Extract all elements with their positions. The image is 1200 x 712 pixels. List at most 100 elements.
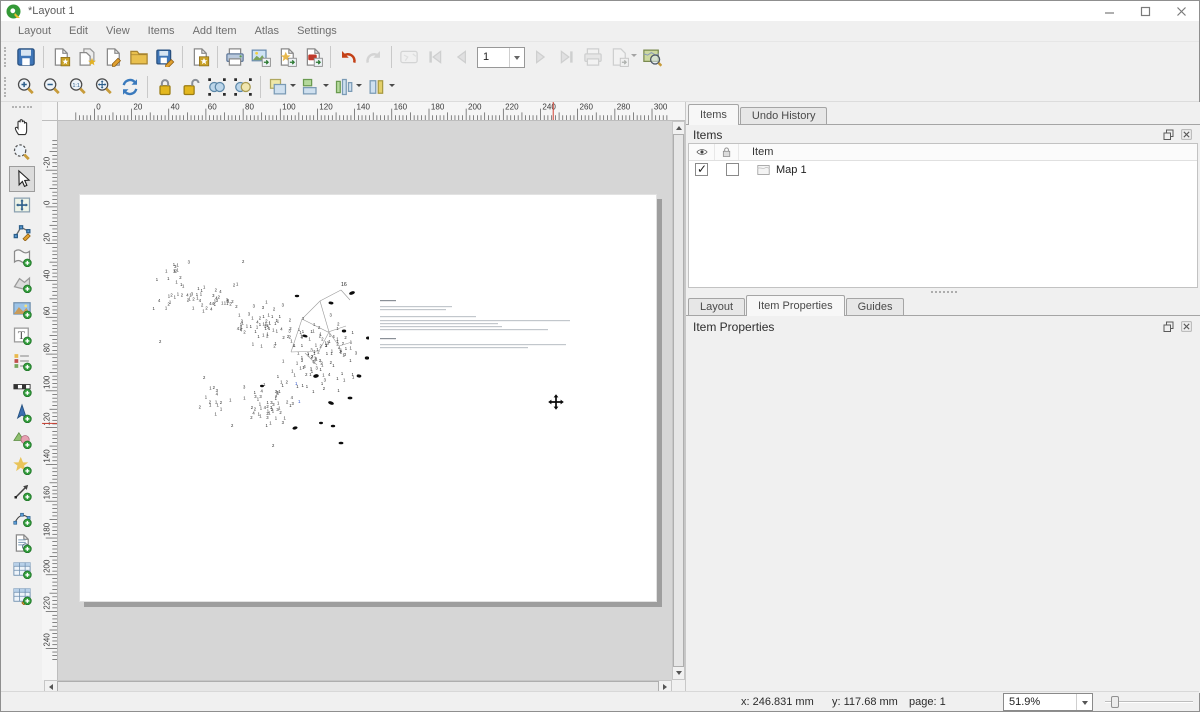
tab-items[interactable]: Items	[688, 104, 739, 125]
tab-undo-history[interactable]: Undo History	[740, 107, 828, 125]
maximize-button[interactable]	[1127, 1, 1163, 21]
float-panel-icon[interactable]	[1163, 129, 1176, 142]
menu-view[interactable]: View	[97, 22, 139, 40]
add-scale-bar-tool-button[interactable]	[9, 374, 35, 400]
float-panel-icon[interactable]	[1163, 321, 1176, 334]
minimize-button[interactable]	[1091, 1, 1127, 21]
zoom-in-button[interactable]	[14, 75, 38, 99]
align-selected-items-button[interactable]	[299, 75, 323, 99]
add-pages-button[interactable]	[188, 45, 212, 69]
vertical-scrollbar[interactable]	[672, 121, 685, 680]
add-picture-tool-button[interactable]	[9, 296, 35, 322]
svg-text:1: 1	[294, 372, 297, 377]
save-as-template-button[interactable]	[153, 45, 177, 69]
toolbar-grip[interactable]	[4, 77, 9, 97]
menu-layout[interactable]: Layout	[9, 22, 60, 40]
first-feature-button[interactable]	[423, 45, 447, 69]
print-layout-button[interactable]	[223, 45, 247, 69]
scroll-down-arrow[interactable]	[673, 668, 684, 679]
layout-page[interactable]: 1312112221111422441422121411121112441122…	[79, 194, 657, 602]
menu-add-item[interactable]: Add Item	[184, 22, 246, 40]
horizontal-ruler[interactable]: 0204060801001201401601802002202402602803…	[58, 102, 685, 121]
svg-text:4: 4	[280, 327, 283, 332]
resize-items-button[interactable]	[365, 75, 389, 99]
new-layout-button[interactable]	[49, 45, 73, 69]
menu-atlas[interactable]: Atlas	[246, 22, 288, 40]
group-items-button[interactable]	[205, 75, 229, 99]
add-node-item-tool-button[interactable]	[9, 504, 35, 530]
export-as-image-button[interactable]	[249, 45, 273, 69]
close-panel-icon[interactable]	[1181, 321, 1194, 334]
toolbar-grip[interactable]	[12, 106, 32, 111]
undo-button[interactable]	[336, 45, 360, 69]
menu-items[interactable]: Items	[139, 22, 184, 40]
zoom-full-button[interactable]	[92, 75, 116, 99]
close-panel-icon[interactable]	[1181, 129, 1194, 142]
last-feature-button[interactable]	[555, 45, 579, 69]
combobox-dropdown-arrow[interactable]	[509, 48, 524, 67]
add-marker-tool-button[interactable]	[9, 452, 35, 478]
zoom-out-button[interactable]	[40, 75, 64, 99]
export-as-svg-button[interactable]	[275, 45, 299, 69]
redo-button[interactable]	[362, 45, 386, 69]
preview-atlas-button[interactable]	[397, 45, 421, 69]
add-items-from-template-button[interactable]	[127, 45, 151, 69]
ungroup-items-button[interactable]	[231, 75, 255, 99]
vertical-scrollbar-thumb[interactable]	[673, 134, 684, 667]
add-map-tool-button[interactable]	[9, 244, 35, 270]
close-button[interactable]	[1163, 1, 1199, 21]
menu-edit[interactable]: Edit	[60, 22, 97, 40]
add-shape-tool-button[interactable]	[9, 426, 35, 452]
add-fixed-table-tool-button[interactable]	[9, 582, 35, 608]
select-move-item-tool-button[interactable]	[9, 166, 35, 192]
add-attribute-table-tool-button[interactable]	[9, 556, 35, 582]
unlock-all-items-button[interactable]	[179, 75, 203, 99]
add-3d-map-tool-button[interactable]	[9, 270, 35, 296]
edit-nodes-item-tool-button[interactable]	[9, 218, 35, 244]
refresh-view-button[interactable]	[118, 75, 142, 99]
export-atlas-button[interactable]	[607, 45, 631, 69]
print-atlas-button[interactable]	[581, 45, 605, 69]
svg-text:1: 1	[301, 343, 304, 348]
atlas-feature-combobox[interactable]: 1	[477, 47, 525, 68]
item-row-map-1[interactable]: Map 1	[689, 161, 1197, 178]
raise-selected-items-button[interactable]	[266, 75, 290, 99]
lock-checkbox[interactable]	[726, 163, 739, 176]
distribute-items-button[interactable]	[332, 75, 356, 99]
atlas-settings-button[interactable]	[640, 45, 664, 69]
zoom-slider[interactable]	[1103, 694, 1195, 710]
save-project-button[interactable]	[14, 45, 38, 69]
zoom-dropdown-arrow[interactable]	[1076, 694, 1092, 710]
duplicate-layout-button[interactable]	[75, 45, 99, 69]
zoom-slider-thumb[interactable]	[1111, 696, 1119, 708]
add-north-arrow-tool-button[interactable]	[9, 400, 35, 426]
lock-selected-items-button[interactable]	[153, 75, 177, 99]
visibility-checkbox[interactable]	[695, 163, 708, 176]
layout-manager-button[interactable]	[101, 45, 125, 69]
map-item-preview[interactable]: 1312112221111422441422121411121112441122…	[145, 257, 369, 457]
move-item-content-tool-button[interactable]	[9, 192, 35, 218]
add-label-tool-button[interactable]: T	[9, 322, 35, 348]
zoom-actual-size-button[interactable]: 1:1	[66, 75, 90, 99]
add-legend-tool-button[interactable]	[9, 348, 35, 374]
export-as-pdf-button[interactable]	[301, 45, 325, 69]
text-block-item[interactable]	[380, 298, 575, 360]
zoom-tool-button[interactable]	[9, 140, 35, 166]
tab-item-properties[interactable]: Item Properties	[746, 295, 845, 316]
svg-text:80: 80	[245, 103, 254, 112]
vertical-ruler[interactable]: -20020406080100120140160180200220240	[42, 121, 58, 680]
scroll-up-arrow[interactable]	[673, 122, 684, 133]
next-feature-button[interactable]	[529, 45, 553, 69]
menu-settings[interactable]: Settings	[288, 22, 346, 40]
previous-feature-button[interactable]	[449, 45, 473, 69]
toolbar-grip[interactable]	[4, 47, 9, 67]
status-bar: x: 246.831 mm y: 117.68 mm page: 1 51.9%	[1, 691, 1199, 711]
pan-tool-button[interactable]	[9, 114, 35, 140]
layout-viewport[interactable]: 1312112221111422441422121411121112441122…	[58, 121, 672, 680]
zoom-level-combobox[interactable]: 51.9%	[1003, 693, 1093, 711]
tab-layout[interactable]: Layout	[688, 298, 745, 316]
add-arrow-tool-button[interactable]	[9, 478, 35, 504]
add-html-tool-button[interactable]	[9, 530, 35, 556]
panel-splitter[interactable]	[686, 288, 1200, 295]
tab-guides[interactable]: Guides	[846, 298, 905, 316]
